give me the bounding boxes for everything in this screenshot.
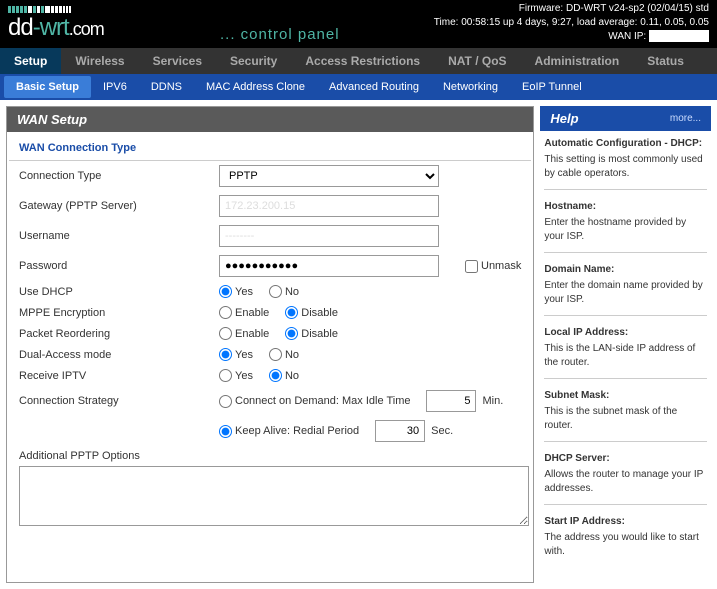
wanip-label: WAN IP: [608,31,646,42]
idle-time-input[interactable] [426,390,476,412]
subtab-ipv6[interactable]: IPV6 [91,76,139,98]
label-connection-type: Connection Type [19,170,219,182]
subtab-eoip-tunnel[interactable]: EoIP Tunnel [510,76,594,98]
additional-options-textarea[interactable] [19,466,529,526]
label-iptv: Receive IPTV [19,370,219,382]
fieldset-title: WAN Connection Type [9,132,531,161]
label-password: Password [19,260,219,272]
main-tabs: Setup Wireless Services Security Access … [0,48,717,74]
tab-nat-qos[interactable]: NAT / QoS [434,48,520,74]
dual-no[interactable]: No [269,348,299,361]
firmware-text: Firmware: DD-WRT v24-sp2 (02/04/15) std [434,2,709,16]
help-item-desc: This is the subnet mask of the router. [544,406,677,431]
logo-wrt: -wrt [33,14,69,41]
help-title-bar: Help more... [540,106,711,131]
tab-administration[interactable]: Administration [521,48,634,74]
subtab-advanced-routing[interactable]: Advanced Routing [317,76,431,98]
help-more-link[interactable]: more... [670,113,701,124]
label-dual: Dual-Access mode [19,349,219,361]
logo: dd-wrt.com [8,14,104,42]
help-item-title: Domain Name: [544,263,707,277]
iptv-no[interactable]: No [269,369,299,382]
tab-security[interactable]: Security [216,48,291,74]
unmask-label[interactable]: Unmask [465,260,521,273]
help-item-title: Subnet Mask: [544,389,707,403]
tagline: ... control panel [220,26,340,43]
tab-access-restrictions[interactable]: Access Restrictions [291,48,434,74]
strategy-demand[interactable]: Connect on Demand: Max Idle Time [219,395,410,408]
iptv-yes[interactable]: Yes [219,369,253,382]
help-item-desc: Allows the router to manage your IP addr… [544,469,703,494]
strategy-keepalive[interactable]: Keep Alive: Redial Period [219,425,359,438]
subtab-mac-clone[interactable]: MAC Address Clone [194,76,317,98]
gateway-input[interactable] [219,195,439,217]
help-item-title: Local IP Address: [544,326,707,340]
logo-dd: dd [8,14,33,41]
mppe-disable[interactable]: Disable [285,306,338,319]
reorder-enable[interactable]: Enable [219,327,269,340]
username-input[interactable] [219,225,439,247]
label-gateway: Gateway (PPTP Server) [19,200,219,212]
subtab-ddns[interactable]: DDNS [139,76,194,98]
help-item-desc: Enter the hostname provided by your ISP. [544,217,686,242]
label-additional: Additional PPTP Options [19,450,219,462]
help-item-desc: Enter the domain name provided by your I… [544,280,702,305]
help-item-title: Automatic Configuration - DHCP: [544,137,707,151]
reorder-disable[interactable]: Disable [285,327,338,340]
status-block: Firmware: DD-WRT v24-sp2 (02/04/15) std … [434,2,709,44]
tab-status[interactable]: Status [633,48,698,74]
help-item-desc: This setting is most commonly used by ca… [544,154,702,179]
label-use-dhcp: Use DHCP [19,286,219,298]
tab-services[interactable]: Services [139,48,216,74]
label-mppe: MPPE Encryption [19,307,219,319]
sec-label: Sec. [431,425,453,437]
dhcp-no[interactable]: No [269,285,299,298]
help-item-desc: This is the LAN-side IP address of the r… [544,343,695,368]
help-item-desc: The address you would like to start with… [544,532,699,557]
redial-input[interactable] [375,420,425,442]
main-panel: WAN Setup WAN Connection Type Connection… [6,106,534,583]
connection-type-select[interactable]: PPTP [219,165,439,187]
dual-yes[interactable]: Yes [219,348,253,361]
wanip-value [649,30,709,42]
help-item-title: Start IP Address: [544,515,707,529]
subtab-networking[interactable]: Networking [431,76,510,98]
help-body: Automatic Configuration - DHCP: This sett… [540,131,711,583]
section-title: WAN Setup [7,107,533,132]
min-label: Min. [482,395,503,407]
label-reorder: Packet Reordering [19,328,219,340]
subtab-basic-setup[interactable]: Basic Setup [4,76,91,98]
tab-setup[interactable]: Setup [0,48,61,74]
help-item-title: Hostname: [544,200,707,214]
dhcp-yes[interactable]: Yes [219,285,253,298]
sub-tabs: Basic Setup IPV6 DDNS MAC Address Clone … [0,74,717,100]
help-title: Help [550,111,578,126]
unmask-checkbox[interactable] [465,260,478,273]
logo-domain: .com [69,19,104,39]
help-sidebar: Help more... Automatic Configuration - D… [540,106,711,583]
header: dd-wrt.com ... control panel Firmware: D… [0,0,717,48]
mppe-enable[interactable]: Enable [219,306,269,319]
label-username: Username [19,230,219,242]
help-item-title: DHCP Server: [544,452,707,466]
time-text: Time: 00:58:15 up 4 days, 9:27, load ave… [434,16,709,30]
tab-wireless[interactable]: Wireless [61,48,138,74]
label-strategy: Connection Strategy [19,395,219,407]
password-input[interactable] [219,255,439,277]
